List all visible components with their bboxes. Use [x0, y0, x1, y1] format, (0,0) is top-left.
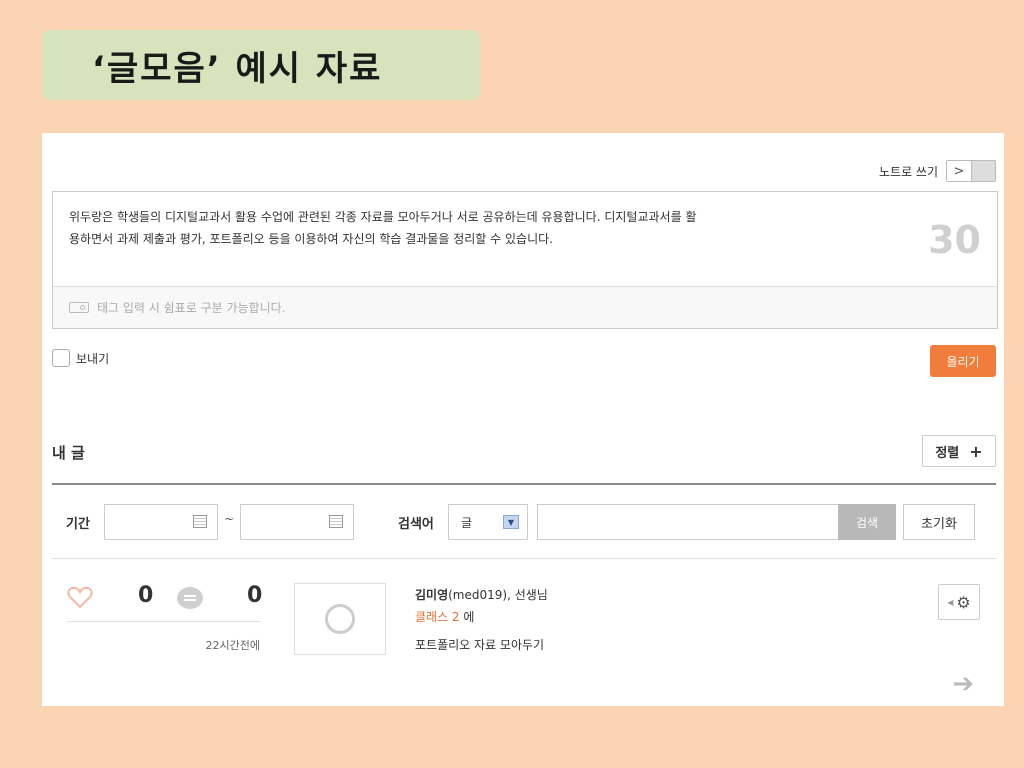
editor-text-line-2: 용하면서 과제 제출과 평가, 포트폴리오 등을 이용하여 자신의 학습 결과물…	[69, 232, 553, 246]
send-checkbox[interactable]	[52, 349, 70, 367]
section-divider	[52, 483, 996, 485]
note-write-control[interactable]: 노트로 쓰기 >	[879, 160, 996, 182]
sort-label: 정렬	[935, 445, 960, 461]
stats-divider	[67, 621, 260, 622]
search-type-value: 글	[461, 515, 473, 530]
board-panel: 노트로 쓰기 > 위두랑은 학생들의 디지털교과서 활용 수업에 관련된 각종 …	[42, 133, 1004, 706]
class-link[interactable]: 클래스 2	[415, 610, 460, 624]
dropdown-arrow-icon[interactable]: ▼	[503, 515, 519, 529]
post-author-line: 김미영(med019), 선생님	[415, 584, 548, 606]
note-write-label: 노트로 쓰기	[878, 164, 938, 179]
send-checkbox-row[interactable]: 보내기	[52, 349, 109, 367]
like-count: 0	[138, 583, 154, 608]
comment-icon[interactable]	[177, 587, 203, 609]
tag-placeholder: 태그 입력 시 쉼표로 구분 가능합니다.	[97, 301, 286, 315]
filter-divider	[52, 558, 996, 559]
arrow-right-icon[interactable]: ➔	[952, 669, 974, 699]
my-posts-title: 내 글	[52, 444, 85, 462]
caret-left-icon: ◀	[947, 597, 954, 607]
heart-icon[interactable]	[67, 587, 93, 609]
post-content: 김미영(med019), 선생님 클래스 2 에 포트폴리오 자료 모아두기	[415, 584, 548, 656]
editor-text-line-1: 위두랑은 학생들의 디지털교과서 활용 수업에 관련된 각종 자료를 모아두거나…	[69, 210, 697, 224]
search-button[interactable]: 검색	[838, 504, 896, 540]
period-label: 기간	[66, 517, 90, 532]
chevron-right-icon: >	[947, 161, 972, 181]
tag-input[interactable]: 태그 입력 시 쉼표로 구분 가능합니다.	[53, 286, 997, 328]
start-date-input[interactable]	[104, 504, 218, 540]
toggle-track	[972, 161, 995, 181]
note-write-toggle[interactable]: >	[946, 160, 996, 182]
send-label: 보내기	[76, 351, 110, 366]
end-date-input[interactable]	[240, 504, 354, 540]
class-suffix: 에	[459, 610, 475, 624]
reset-button[interactable]: 초기화	[903, 504, 975, 540]
gear-icon: ⚙	[956, 592, 971, 612]
avatar-icon	[325, 604, 355, 634]
author-name[interactable]: 김미영	[415, 588, 448, 602]
search-label: 검색어	[398, 517, 434, 532]
avatar	[294, 583, 386, 655]
post-editor[interactable]: 위두랑은 학생들의 디지털교과서 활용 수업에 관련된 각종 자료를 모아두거나…	[52, 191, 998, 329]
upload-button[interactable]: 올리기	[930, 345, 996, 377]
slide-title: ‘글모음’ 예시 자료	[92, 48, 383, 89]
sort-button[interactable]: 정렬 +	[922, 435, 996, 467]
post-class-line: 클래스 2 에	[415, 606, 548, 628]
calendar-icon[interactable]	[329, 515, 343, 528]
search-type-select[interactable]: 글 ▼	[448, 504, 528, 540]
settings-button[interactable]: ◀ ⚙	[938, 584, 980, 620]
date-range-tilde: ~	[224, 512, 235, 526]
post-time: 22시간전에	[205, 639, 260, 652]
comment-count: 0	[247, 583, 263, 608]
slide-title-box: ‘글모음’ 예시 자료	[42, 30, 480, 100]
editor-text[interactable]: 위두랑은 학생들의 디지털교과서 활용 수업에 관련된 각종 자료를 모아두거나…	[69, 206, 849, 250]
plus-icon: +	[969, 441, 983, 461]
post-body: 포트폴리오 자료 모아두기	[415, 638, 545, 652]
author-suffix: (med019), 선생님	[448, 588, 548, 602]
char-count: 30	[928, 218, 981, 262]
calendar-icon[interactable]	[193, 515, 207, 528]
tag-icon	[69, 302, 89, 313]
filter-bar: 기간 ~ 검색어 글 ▼ 검색 초기화	[52, 504, 996, 540]
